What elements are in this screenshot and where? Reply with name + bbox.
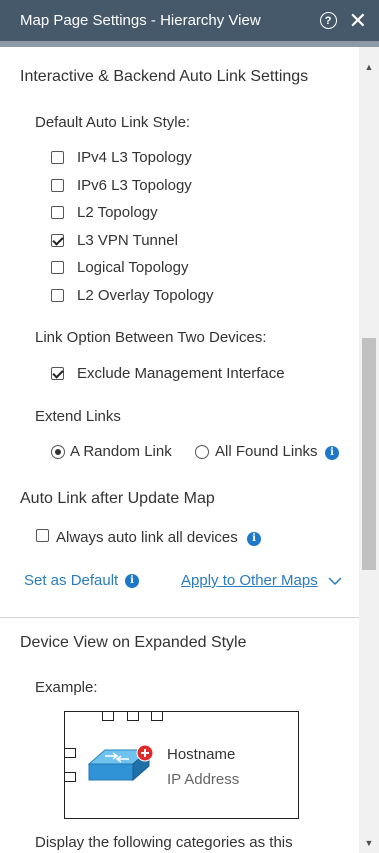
scrollbar-thumb[interactable] (362, 338, 376, 570)
radio-all-found-links[interactable] (195, 445, 209, 459)
section-divider (0, 617, 359, 618)
device-example-box: Hostname IP Address (64, 711, 299, 819)
port-icon (127, 711, 139, 721)
apply-to-other-maps-link[interactable]: Apply to Other Maps (181, 572, 318, 589)
set-as-default-link[interactable]: Set as Default (24, 572, 118, 589)
extend-links-label: Extend Links (35, 408, 121, 425)
style-label: L3 VPN Tunnel (77, 232, 178, 249)
exclude-mgmt-label: Exclude Management Interface (77, 365, 285, 382)
style-label: L2 Overlay Topology (77, 287, 214, 304)
window-title: Map Page Settings - Hierarchy View (20, 12, 261, 29)
close-icon[interactable]: ✕ (349, 9, 367, 32)
checkbox-l2-topology[interactable] (51, 206, 64, 219)
radio-label: A Random Link (70, 443, 172, 460)
info-icon[interactable]: i (125, 574, 139, 588)
radio-label: All Found Links (215, 443, 318, 460)
checkbox-l2-overlay-topology[interactable] (51, 289, 64, 302)
style-label: IPv6 L3 Topology (77, 177, 192, 194)
switch-icon (87, 744, 154, 782)
auto-link-title: Auto Link after Update Map (20, 490, 215, 507)
settings-panel: Interactive & Backend Auto Link Settings… (0, 47, 359, 853)
style-label: Logical Topology (77, 259, 189, 276)
link-option-label: Link Option Between Two Devices: (35, 329, 267, 346)
checkbox-always-auto-link[interactable] (36, 529, 49, 542)
help-icon[interactable]: ? (319, 12, 337, 29)
checkbox-ipv4-l3-topology[interactable] (51, 151, 64, 164)
port-icon (64, 772, 76, 782)
section-title-device-view: Device View on Expanded Style (20, 634, 247, 651)
checkbox-exclude-management-interface[interactable] (51, 367, 64, 380)
radio-random-link[interactable] (51, 445, 65, 459)
scroll-down-arrow[interactable]: ▼ (363, 838, 375, 848)
display-categories-label: Display the following categories as this (35, 834, 293, 851)
style-label: L2 Topology (77, 204, 158, 221)
checkbox-l3-vpn-tunnel[interactable] (51, 234, 64, 247)
style-label: IPv4 L3 Topology (77, 149, 192, 166)
section-title-auto-link: Interactive & Backend Auto Link Settings (20, 68, 309, 85)
checkbox-ipv6-l3-topology[interactable] (51, 179, 64, 192)
checkbox-logical-topology[interactable] (51, 261, 64, 274)
default-style-label: Default Auto Link Style: (35, 114, 191, 131)
always-auto-link-label: Always auto link all devices (56, 529, 238, 546)
hostname-label: Hostname (167, 746, 236, 763)
ip-address-label: IP Address (167, 771, 240, 788)
scroll-up-arrow[interactable]: ▲ (363, 62, 375, 72)
chevron-down-icon[interactable] (328, 577, 342, 586)
info-icon[interactable]: i (247, 532, 261, 546)
port-icon (102, 711, 114, 721)
title-bar: Map Page Settings - Hierarchy View ? ✕ (0, 0, 379, 47)
port-icon (151, 711, 163, 721)
info-icon[interactable]: i (325, 446, 339, 460)
example-label: Example: (35, 679, 98, 696)
port-icon (64, 748, 76, 758)
